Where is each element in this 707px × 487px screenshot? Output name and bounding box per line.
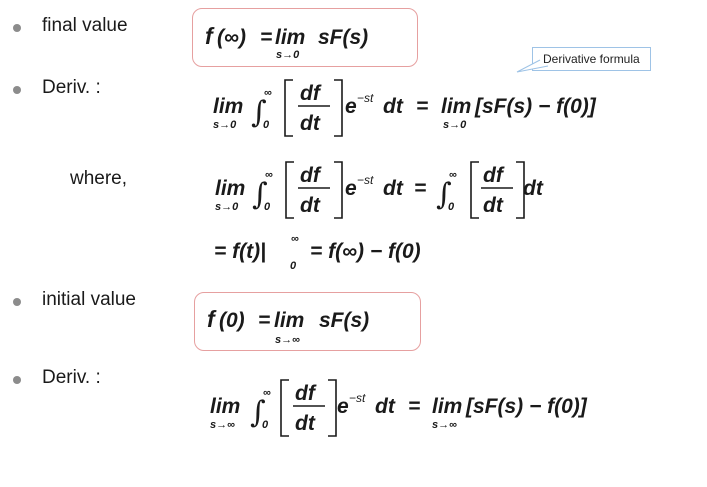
lower-limit: 0: [262, 419, 269, 431]
lower-limit: 0: [448, 201, 455, 213]
where-equation: lim s→0 ∫ ∞ 0 df dt e −st dt = ∫ ∞ 0 df …: [215, 161, 544, 219]
exp-base: e: [345, 177, 357, 200]
limit-subscript: s→0: [276, 49, 300, 61]
derivative-equation-2: lim s→∞ ∫ ∞ 0 df dt e −st dt = lim s→∞ […: [210, 379, 588, 437]
final-value-formula: f (∞) = lim s→0 sF(s): [205, 23, 368, 61]
difference-result: = f(∞) − f(0): [310, 240, 421, 263]
limit-subscript: s→0: [215, 201, 239, 213]
limit-subscript: s→∞: [210, 419, 235, 431]
upper-limit: ∞: [291, 233, 299, 245]
sF-s: sF(s): [319, 309, 369, 332]
denominator-dt: dt: [483, 194, 504, 217]
derivative-equation-1: lim s→0 ∫ ∞ 0 df dt e −st dt = lim s→0 […: [213, 79, 597, 137]
initial-value-formula: f (0) = lim s→∞ sF(s): [207, 306, 369, 346]
left-bracket: [280, 379, 289, 437]
sF-s: sF(s): [318, 26, 368, 49]
denominator-dt: dt: [300, 194, 321, 217]
paren-infinity: (∞): [217, 26, 246, 49]
equals-sign: =: [260, 26, 272, 49]
equals-sign: =: [258, 309, 270, 332]
paren-zero: (0): [219, 309, 245, 332]
limit-subscript: s→∞: [275, 334, 300, 346]
numerator-df: df: [300, 164, 322, 187]
denominator-dt: dt: [295, 412, 316, 435]
f-symbol: f: [207, 306, 217, 332]
evaluation-equation: = f(t)| ∞ 0 = f(∞) − f(0): [214, 233, 421, 272]
limit-subscript: s→0: [213, 119, 237, 131]
dt: dt: [383, 95, 404, 118]
lim-operator: lim: [274, 309, 304, 332]
lim-operator: lim: [432, 395, 462, 418]
exp-base: e: [345, 95, 357, 118]
callout-pointer: [516, 59, 549, 73]
equals-sign: =: [414, 177, 426, 200]
left-bracket: [285, 161, 294, 219]
denominator-dt: dt: [300, 112, 321, 135]
right-bracket: [328, 379, 337, 437]
f-of-t-evaluated: = f(t)|: [214, 240, 266, 263]
exponent: −st: [357, 91, 374, 105]
lim-operator: lim: [213, 95, 243, 118]
lower-limit: 0: [263, 119, 270, 131]
exponent: −st: [349, 391, 366, 405]
left-bracket: [284, 79, 293, 137]
limit-subscript: s→∞: [432, 419, 457, 431]
upper-limit: ∞: [449, 169, 457, 181]
lim-operator: lim: [441, 95, 471, 118]
dt: dt: [375, 395, 396, 418]
equals-sign: =: [416, 95, 428, 118]
exponent: −st: [357, 173, 374, 187]
rhs-expression: [sF(s) − f(0)]: [474, 95, 597, 118]
dt: dt: [383, 177, 404, 200]
lower-limit: 0: [290, 260, 297, 272]
right-bracket: [334, 161, 343, 219]
numerator-df: df: [483, 164, 505, 187]
numerator-df: df: [300, 82, 322, 105]
lim-operator: lim: [215, 177, 245, 200]
dt: dt: [523, 177, 544, 200]
upper-limit: ∞: [264, 87, 272, 99]
right-bracket: [334, 79, 343, 137]
numerator-df: df: [295, 382, 317, 405]
limit-subscript: s→0: [443, 119, 467, 131]
left-bracket: [470, 161, 479, 219]
lim-operator: lim: [210, 395, 240, 418]
rhs-expression: [sF(s) − f(0)]: [465, 395, 588, 418]
equations: f (∞) = lim s→0 sF(s) lim s→0 ∫ ∞ 0 df d…: [205, 23, 597, 437]
f-symbol: f: [205, 23, 215, 49]
lim-operator: lim: [275, 26, 305, 49]
upper-limit: ∞: [263, 387, 271, 399]
upper-limit: ∞: [265, 169, 273, 181]
exp-base: e: [337, 395, 349, 418]
equals-sign: =: [408, 395, 420, 418]
lower-limit: 0: [264, 201, 271, 213]
